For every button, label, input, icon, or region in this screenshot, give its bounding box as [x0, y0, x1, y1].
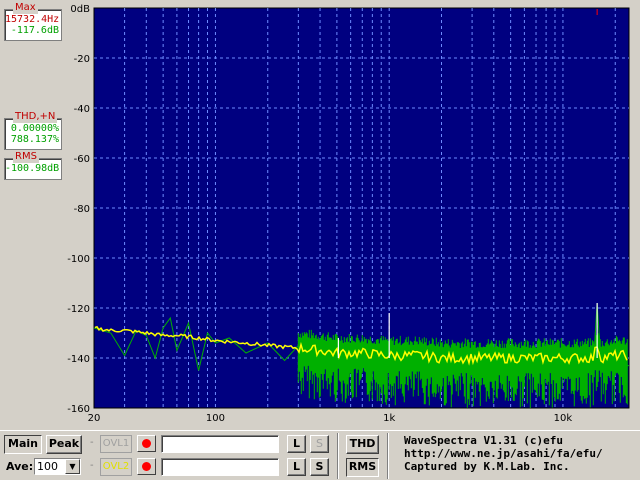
spectrum-chart[interactable]: 0dB -20 -40 -60 -80 -100 -120 -140 -16020 100 1k 10…	[0, 0, 640, 430]
thd-button[interactable]: THD	[346, 435, 379, 454]
record-button-1[interactable]	[137, 435, 156, 452]
y-tick-label: 0dB	[70, 4, 90, 15]
filename-field-2[interactable]	[161, 458, 279, 476]
record-button-2[interactable]	[137, 458, 156, 475]
x-tick-label: 10k	[554, 413, 573, 424]
ovl1-indicator: OVL1	[100, 435, 132, 453]
average-select[interactable]: 100 ▼	[34, 458, 81, 475]
y-tick-label: -80	[74, 204, 90, 215]
y-tick-label: -20	[74, 54, 90, 65]
filename-field-1[interactable]	[161, 435, 279, 453]
y-tick-label: -40	[74, 104, 90, 115]
record-icon	[142, 462, 151, 471]
separator	[387, 433, 389, 479]
dash-1: -	[90, 437, 94, 448]
y-tick-label: -60	[74, 154, 90, 165]
separator	[337, 433, 339, 479]
capture-credit: Captured by K.M.Lab. Inc.	[404, 460, 570, 473]
x-tick-label: 1k	[383, 413, 395, 424]
y-tick-label: -160	[67, 404, 90, 415]
app-version: WaveSpectra V1.31 (c)efu	[404, 434, 563, 447]
save-button-1[interactable]: S	[310, 435, 329, 453]
about-text: WaveSpectra V1.31 (c)efu http://www.ne.j…	[404, 434, 603, 473]
ovl2-indicator: OVL2	[100, 458, 132, 476]
x-tick-label: 100	[206, 413, 225, 424]
load-button-2[interactable]: L	[287, 458, 306, 476]
record-icon	[142, 439, 151, 448]
save-button-2[interactable]: S	[310, 458, 329, 476]
y-tick-label: -100	[67, 254, 90, 265]
app-url: http://www.ne.jp/asahi/fa/efu/	[404, 447, 603, 460]
rms-button[interactable]: RMS	[346, 458, 379, 477]
main-button[interactable]: Main	[4, 435, 42, 454]
chevron-down-icon[interactable]: ▼	[65, 459, 80, 474]
y-tick-label: -120	[67, 304, 90, 315]
load-button-1[interactable]: L	[287, 435, 306, 453]
ave-label: Ave:	[6, 460, 34, 473]
dash-2: -	[90, 460, 94, 471]
average-value: 100	[37, 460, 58, 473]
y-tick-label: -140	[67, 354, 90, 365]
peak-button[interactable]: Peak	[46, 435, 82, 454]
x-tick-label: 20	[88, 413, 101, 424]
